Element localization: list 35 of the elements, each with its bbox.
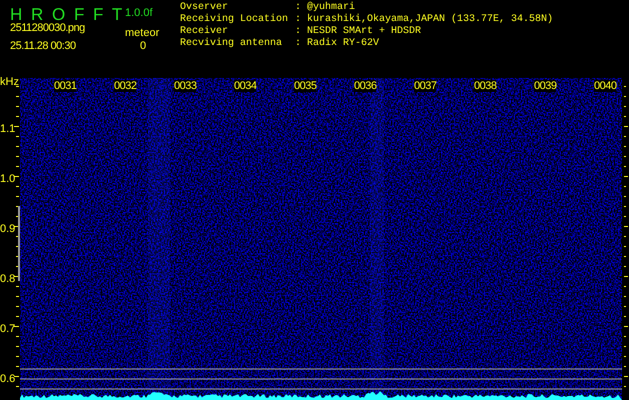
version-label: 1.0.0f bbox=[125, 6, 153, 21]
file-name: 2511280030.png bbox=[10, 21, 85, 36]
info-value: Radix RY-62V bbox=[307, 38, 380, 50]
time-label: 0039 bbox=[534, 80, 556, 92]
time-label: 0034 bbox=[234, 80, 256, 92]
date-time: 25.11.28 00:30 bbox=[10, 39, 76, 54]
meteor-label: meteor bbox=[125, 26, 160, 41]
info-colon: : bbox=[295, 14, 302, 26]
info-label: Receiving Location bbox=[180, 14, 290, 26]
info-colon: : bbox=[295, 38, 302, 50]
info-label: Receiver bbox=[180, 26, 230, 38]
time-label: 0037 bbox=[414, 80, 436, 92]
time-label: 0031 bbox=[54, 80, 76, 92]
time-label: 0032 bbox=[114, 80, 136, 92]
app-title: H R O F F T bbox=[10, 4, 124, 24]
frequency-label: 1.0 bbox=[0, 173, 16, 185]
meteor-count: 0 bbox=[140, 39, 146, 54]
info-label: Recviving antenna bbox=[180, 38, 284, 50]
frequency-label: 0.9 bbox=[0, 223, 16, 235]
time-label: 0040 bbox=[594, 80, 616, 92]
axis-unit: kHz bbox=[0, 75, 19, 90]
frequency-label: 0.8 bbox=[0, 273, 16, 285]
info-value: @yuhmari bbox=[307, 2, 356, 14]
info-colon: : bbox=[295, 2, 302, 14]
frequency-label: 0.7 bbox=[0, 323, 16, 335]
info-value: kurashiki,Okayama,JAPAN (133.77E, 34.58N) bbox=[307, 14, 554, 26]
time-label: 0036 bbox=[354, 80, 376, 92]
info-colon: : bbox=[295, 26, 302, 38]
frequency-label: 1.1 bbox=[0, 123, 16, 135]
time-label: 0038 bbox=[474, 80, 496, 92]
info-value: NESDR SMArt + HDSDR bbox=[307, 26, 422, 38]
info-label: Ovserver bbox=[180, 2, 230, 14]
time-label: 0033 bbox=[174, 80, 196, 92]
time-label: 0035 bbox=[294, 80, 316, 92]
frequency-label: 0.6 bbox=[0, 373, 16, 385]
